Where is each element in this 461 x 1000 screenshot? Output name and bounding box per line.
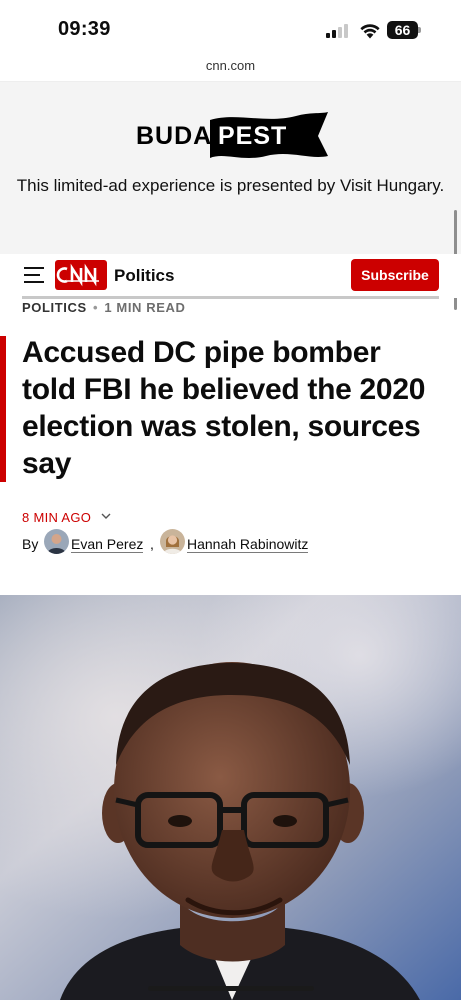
chevron-down-icon[interactable] (101, 511, 111, 521)
article-headline: Accused DC pipe bomber told FBI he belie… (22, 336, 426, 480)
site-header: Politics Subscribe (0, 254, 461, 298)
portrait-photo (0, 595, 461, 1000)
url-text[interactable]: cnn.com (206, 58, 255, 73)
sponsor-message: This limited-ad experience is presented … (16, 176, 445, 195)
kicker-separator: • (92, 300, 99, 315)
budapest-logo[interactable]: BUDA PEST (136, 110, 332, 160)
subscribe-button[interactable]: Subscribe (351, 259, 439, 291)
status-time: 09:39 (58, 18, 111, 40)
kicker-section[interactable]: POLITICS (22, 300, 87, 315)
header-divider (22, 296, 439, 299)
status-bar: 09:39 66 (0, 0, 461, 56)
battery-icon: 66 (387, 21, 421, 39)
battery-level: 66 (387, 21, 418, 39)
article-kicker: POLITICS • 1 MIN READ (22, 300, 185, 316)
logo-text-right: PEST (218, 122, 288, 150)
wifi-icon (360, 24, 380, 39)
byline-separator: , (150, 536, 154, 552)
signal-icon (326, 24, 350, 38)
byline-prefix: By (22, 536, 39, 552)
read-time: 1 MIN READ (104, 300, 186, 315)
logo-text-left: BUDA (136, 122, 213, 150)
section-name[interactable]: Politics (114, 266, 174, 286)
timestamp-text: 8 MIN AGO (22, 510, 92, 525)
author-link-evan-perez[interactable]: Evan Perez (71, 536, 144, 553)
author-link-hannah-rabinowitz[interactable]: Hannah Rabinowitz (187, 536, 309, 553)
home-indicator (148, 986, 314, 991)
cnn-logo[interactable] (55, 260, 107, 290)
hamburger-menu-icon[interactable] (24, 267, 44, 283)
sponsor-banner[interactable]: BUDA PEST This limited-ad experience is … (0, 82, 461, 310)
url-bar[interactable]: cnn.com (0, 56, 461, 82)
byline: By Evan Perez , Hannah Rabinowitz (22, 528, 442, 558)
headline-accent-bar (0, 336, 6, 482)
article-hero-image[interactable] (0, 595, 461, 1000)
author-avatar-hannah-rabinowitz[interactable] (160, 529, 185, 554)
author-avatar-evan-perez[interactable] (44, 529, 69, 554)
article-timestamp[interactable]: 8 MIN AGO (22, 510, 111, 525)
